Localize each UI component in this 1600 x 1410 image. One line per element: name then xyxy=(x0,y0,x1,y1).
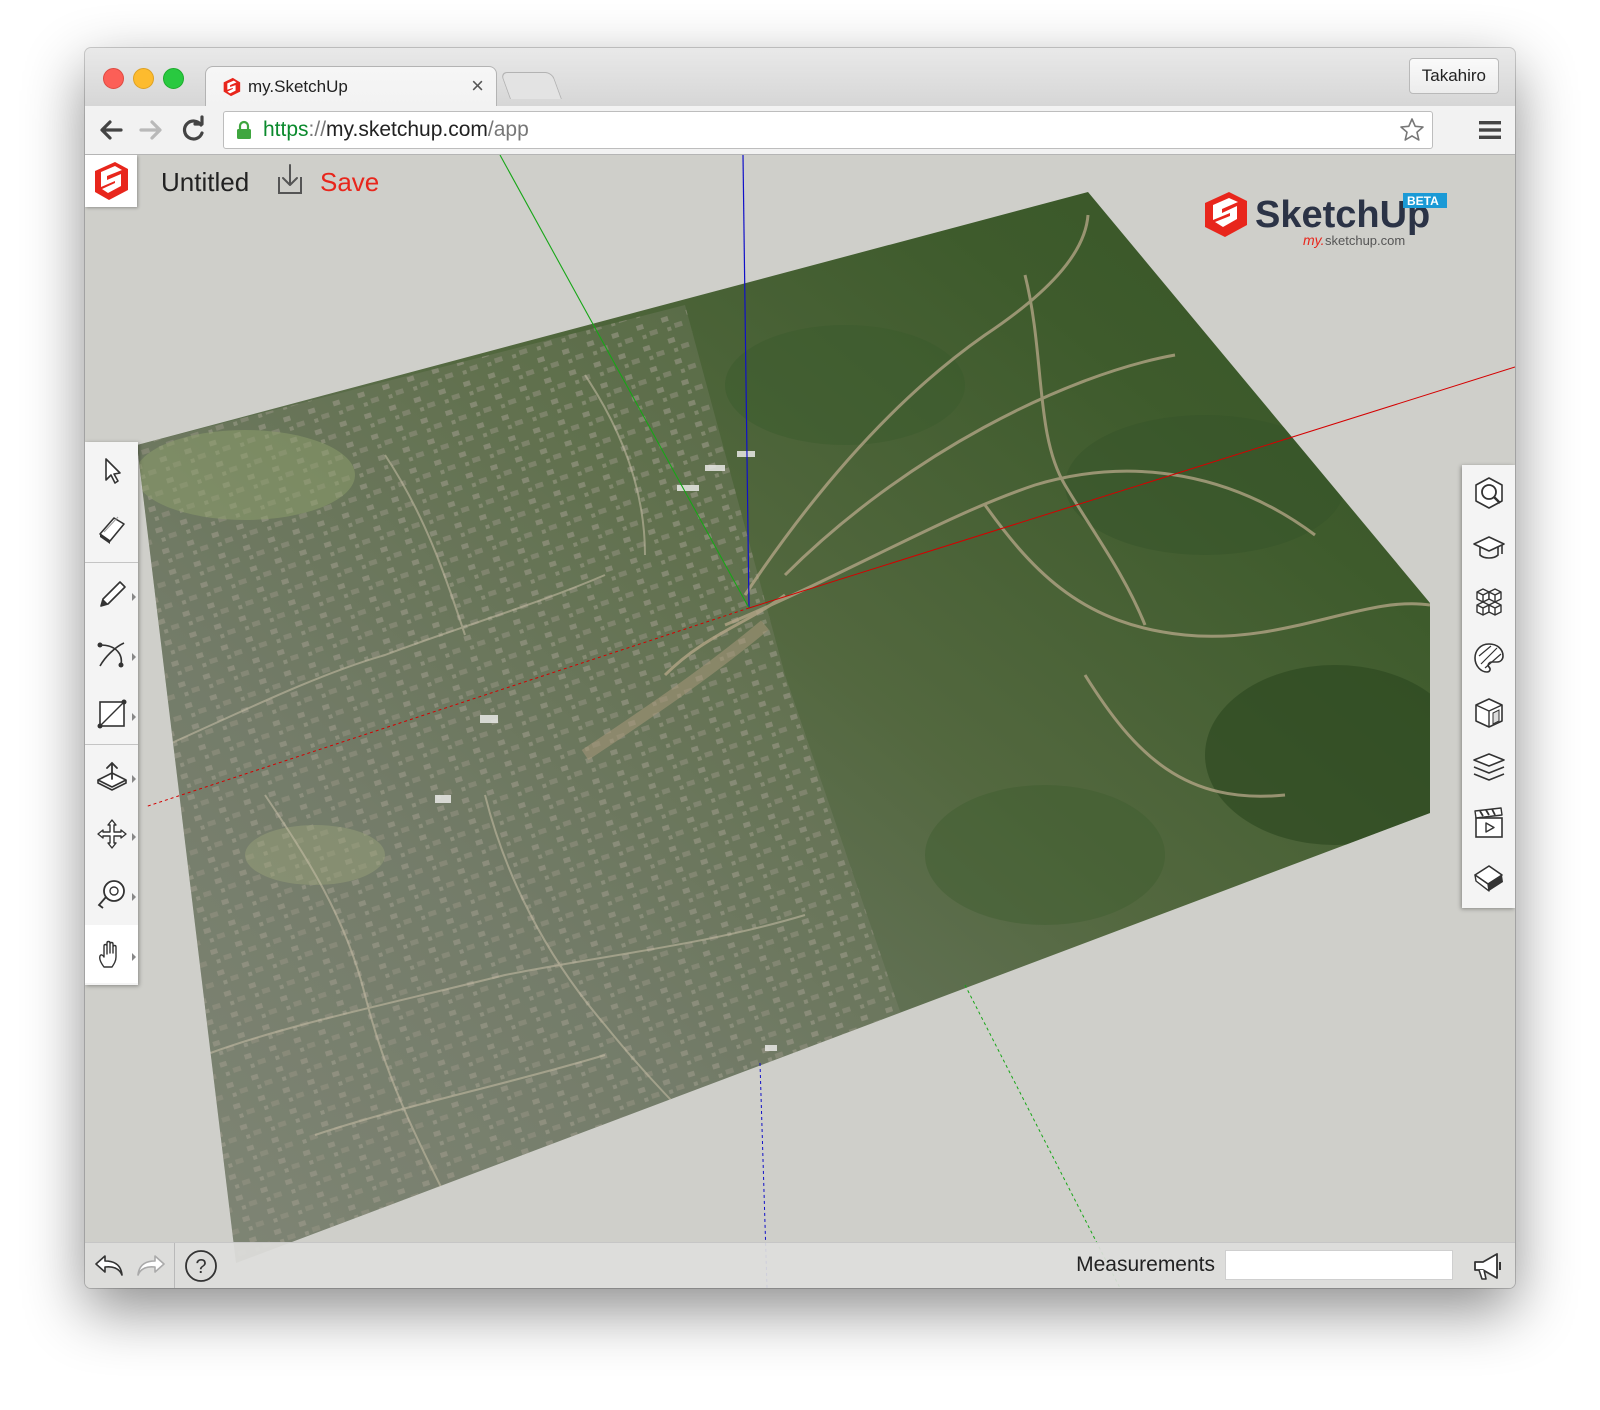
move-icon xyxy=(96,819,127,849)
paint-palette-icon xyxy=(1473,642,1504,673)
tab-close-icon[interactable]: × xyxy=(471,73,484,99)
terrain-details xyxy=(137,214,1430,1263)
title-bar: my.SketchUp × Takahiro xyxy=(85,48,1515,108)
download-save-icon[interactable] xyxy=(275,163,305,197)
undo-icon[interactable] xyxy=(91,1248,127,1284)
url-separator: :// xyxy=(308,118,327,141)
status-bar: ? Measurements xyxy=(85,1242,1515,1288)
clapperboard-icon xyxy=(1473,806,1503,838)
browser-toolbar: https://my.sketchup.com/app xyxy=(85,106,1515,155)
tool-divider xyxy=(85,744,138,745)
save-button[interactable]: Save xyxy=(320,167,379,198)
tape-measure-tool-button[interactable] xyxy=(85,865,138,923)
entity-info-icon xyxy=(1474,476,1503,509)
browser-window: my.SketchUp × Takahiro https://my.sketch… xyxy=(85,48,1515,1288)
styles-button[interactable] xyxy=(1462,685,1515,740)
url-text: https://my.sketchup.com/app xyxy=(263,118,529,142)
pan-tool-button[interactable] xyxy=(85,925,138,983)
modeling-viewport[interactable]: Untitled Save SketchUp BETA my. sketchup… xyxy=(85,155,1515,1288)
measurements-input[interactable] xyxy=(1225,1250,1453,1280)
graduation-cap-icon xyxy=(1472,535,1505,559)
arrow-cursor-icon xyxy=(104,458,121,484)
pencil-icon xyxy=(99,581,126,607)
window-minimize-button[interactable] xyxy=(133,68,154,89)
tool-divider xyxy=(85,562,138,563)
new-tab-button[interactable] xyxy=(500,72,562,99)
profile-button[interactable]: Takahiro xyxy=(1408,58,1499,94)
tab-my-sketchup[interactable]: my.SketchUp × xyxy=(205,66,497,108)
instructor-button[interactable] xyxy=(1462,520,1515,575)
right-panel-palette xyxy=(1462,465,1515,908)
bookmark-star-icon[interactable] xyxy=(1398,116,1426,144)
window-maximize-button[interactable] xyxy=(163,68,184,89)
help-button[interactable]: ? xyxy=(183,1248,219,1284)
url-host: my.sketchup.com xyxy=(326,118,488,141)
browser-menu-icon[interactable] xyxy=(1477,118,1503,142)
status-divider xyxy=(174,1243,175,1288)
layers-button[interactable] xyxy=(1462,740,1515,795)
brand-domain: sketchup.com xyxy=(1325,233,1405,248)
lock-icon xyxy=(237,120,251,139)
eraser-icon xyxy=(98,516,125,544)
arc-tool-button[interactable] xyxy=(85,625,138,683)
address-bar[interactable]: https://my.sketchup.com/app xyxy=(223,111,1433,149)
back-arrow-icon[interactable] xyxy=(95,114,127,146)
rectangle-icon xyxy=(97,699,126,729)
push-pull-icon xyxy=(96,761,127,791)
tab-title: my.SketchUp xyxy=(248,77,348,96)
measurements-label: Measurements xyxy=(1076,1253,1215,1276)
hand-icon xyxy=(98,940,117,968)
materials-button[interactable] xyxy=(1462,630,1515,685)
move-tool-button[interactable] xyxy=(85,805,138,863)
styles-cube-icon xyxy=(1474,697,1503,728)
layers-icon xyxy=(1472,752,1505,781)
document-title[interactable]: Untitled xyxy=(161,167,249,198)
reload-icon[interactable] xyxy=(177,114,209,146)
components-button[interactable] xyxy=(1462,575,1515,630)
pencil-tool-button[interactable] xyxy=(85,565,138,623)
sketchup-favicon-icon xyxy=(223,77,241,97)
brand-subdomain: my. xyxy=(1303,232,1325,248)
megaphone-icon[interactable] xyxy=(1471,1250,1505,1282)
sketchup-logo-icon xyxy=(95,162,128,200)
display-eraser-icon xyxy=(1473,864,1503,892)
rectangle-tool-button[interactable] xyxy=(85,685,138,743)
url-scheme: https xyxy=(263,118,309,141)
help-icon: ? xyxy=(185,1250,217,1282)
redo-icon[interactable] xyxy=(133,1248,169,1284)
app-menu-logo-button[interactable] xyxy=(85,155,137,207)
sketchup-brand-logo: SketchUp BETA my. sketchup.com xyxy=(1205,192,1447,248)
tape-measure-icon xyxy=(97,880,125,909)
select-tool-button[interactable] xyxy=(85,442,138,500)
beta-badge: BETA xyxy=(1407,194,1439,208)
window-close-button[interactable] xyxy=(103,68,124,89)
push-pull-tool-button[interactable] xyxy=(85,747,138,805)
forward-arrow-icon[interactable] xyxy=(135,114,167,146)
url-path: /app xyxy=(487,118,529,141)
arc-icon xyxy=(97,642,124,668)
components-icon xyxy=(1475,587,1502,616)
help-label: ? xyxy=(195,1256,206,1278)
entity-info-button[interactable] xyxy=(1462,465,1515,520)
display-button[interactable] xyxy=(1462,850,1515,905)
scenes-button[interactable] xyxy=(1462,795,1515,850)
left-tool-palette xyxy=(85,442,138,985)
eraser-tool-button[interactable] xyxy=(85,500,138,558)
3d-scene[interactable] xyxy=(85,155,1515,1288)
